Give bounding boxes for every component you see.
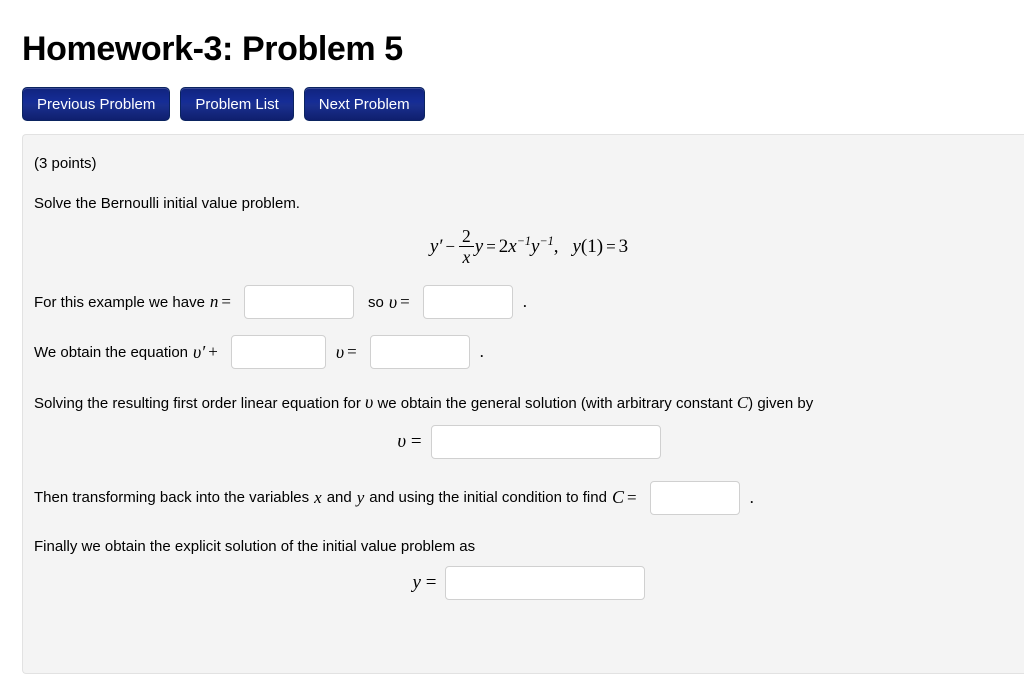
- explicit-solution-input[interactable]: [445, 566, 646, 601]
- equation-rhs-x: x: [508, 235, 517, 257]
- transform-part-2: and: [326, 489, 352, 507]
- problem-instruction: Solve the Bernoulli initial value proble…: [34, 195, 300, 213]
- solving-part-2: we obtain the general solution (with arb…: [377, 395, 733, 413]
- line-n-equals: =: [221, 292, 232, 312]
- line-n-text-before: For this example we have: [34, 293, 205, 311]
- line-equation-text-before: We obtain the equation: [34, 343, 189, 361]
- line-obtained-equation: We obtain the equation υ′ + υ = .: [34, 335, 1024, 370]
- equation-comma: ,: [553, 235, 559, 257]
- transform-part-1: Then transforming back into the variable…: [34, 489, 310, 507]
- line-equation-period: .: [479, 342, 484, 362]
- symbol-v-2: υ: [335, 341, 345, 362]
- initial-condition-value: 3: [618, 235, 629, 257]
- fraction-numerator: 2: [462, 225, 471, 246]
- line-v-equals: =: [400, 292, 410, 312]
- line-n-period: .: [522, 292, 527, 312]
- problem-list-button[interactable]: Problem List: [180, 87, 294, 122]
- fraction-denominator: x: [459, 245, 474, 266]
- line-transform-back: Then transforming back into the variable…: [34, 480, 1024, 515]
- general-solution-input[interactable]: [430, 424, 661, 459]
- symbol-v-prime: υ′: [193, 341, 206, 362]
- page-title: Homework-3: Problem 5: [22, 30, 403, 68]
- transform-period: .: [749, 487, 754, 507]
- equation-y-prime: y′: [429, 235, 443, 257]
- solving-part-1: Solving the resulting first order linear…: [34, 395, 361, 413]
- initial-condition-y: y: [572, 235, 581, 257]
- previous-problem-button[interactable]: Previous Problem: [22, 87, 171, 122]
- line-equation-plus: +: [208, 342, 218, 362]
- line-n-and-v: For this example we have n = so υ = .: [34, 285, 1024, 320]
- explicit-solution-y-label: y =: [413, 572, 446, 594]
- line-solving-text: Solving the resulting first order linear…: [34, 391, 1024, 414]
- line-equation-equals: =: [347, 342, 357, 362]
- line-final-text: Finally we obtain the explicit solution …: [34, 537, 476, 555]
- initial-condition-equals: =: [606, 236, 616, 256]
- transform-symbol-c: C: [611, 487, 624, 508]
- symbol-v: υ: [388, 291, 398, 312]
- general-solution-v-label: υ =: [397, 431, 430, 453]
- linear-coefficient-input[interactable]: [230, 335, 326, 370]
- transform-equals: =: [626, 487, 637, 507]
- transform-symbol-x: x: [314, 487, 322, 507]
- transform-symbol-y: y: [356, 487, 365, 507]
- next-problem-button[interactable]: Next Problem: [303, 87, 425, 122]
- equation-rhs-x-exponent: −1: [516, 233, 531, 248]
- general-solution-equals: =: [410, 430, 422, 452]
- equation-equals: =: [486, 236, 496, 256]
- equation-fraction: 2x: [459, 225, 474, 267]
- transform-part-3: and using the initial condition to find: [369, 489, 607, 507]
- constant-c-input[interactable]: [649, 480, 740, 515]
- problem-panel: (3 points) Solve the Bernoulli initial v…: [22, 134, 1024, 675]
- linear-rhs-input[interactable]: [369, 335, 470, 370]
- bernoulli-equation: y′ −2 x y = 2x−1y−1, y(1) = 3: [34, 214, 1024, 270]
- equation-rhs-y-exponent: −1: [539, 233, 554, 248]
- solving-symbol-v: υ: [365, 392, 374, 413]
- solving-symbol-c: C: [736, 393, 749, 413]
- equation-rhs-coefficient: 2: [498, 235, 509, 257]
- explicit-solution-row: y =: [34, 556, 1024, 601]
- n-value-input[interactable]: [244, 285, 355, 320]
- solving-part-3: ) given by: [748, 395, 814, 413]
- v-substitution-input[interactable]: [422, 285, 513, 320]
- initial-condition-argument: 1: [587, 235, 597, 257]
- explicit-solution-equals: =: [425, 572, 437, 594]
- explicit-solution-symbol-y: y: [412, 572, 421, 594]
- line-n-text-middle: so: [368, 293, 384, 311]
- equation-frac-y: y: [474, 235, 484, 257]
- problem-navigation-bar: Previous Problem Problem List Next Probl…: [0, 69, 1024, 122]
- general-solution-row: υ =: [34, 415, 1024, 459]
- equation-minus: −: [445, 236, 456, 256]
- general-solution-symbol-v: υ: [397, 430, 407, 452]
- symbol-n: n: [209, 292, 219, 312]
- points-label: (3 points): [34, 155, 97, 173]
